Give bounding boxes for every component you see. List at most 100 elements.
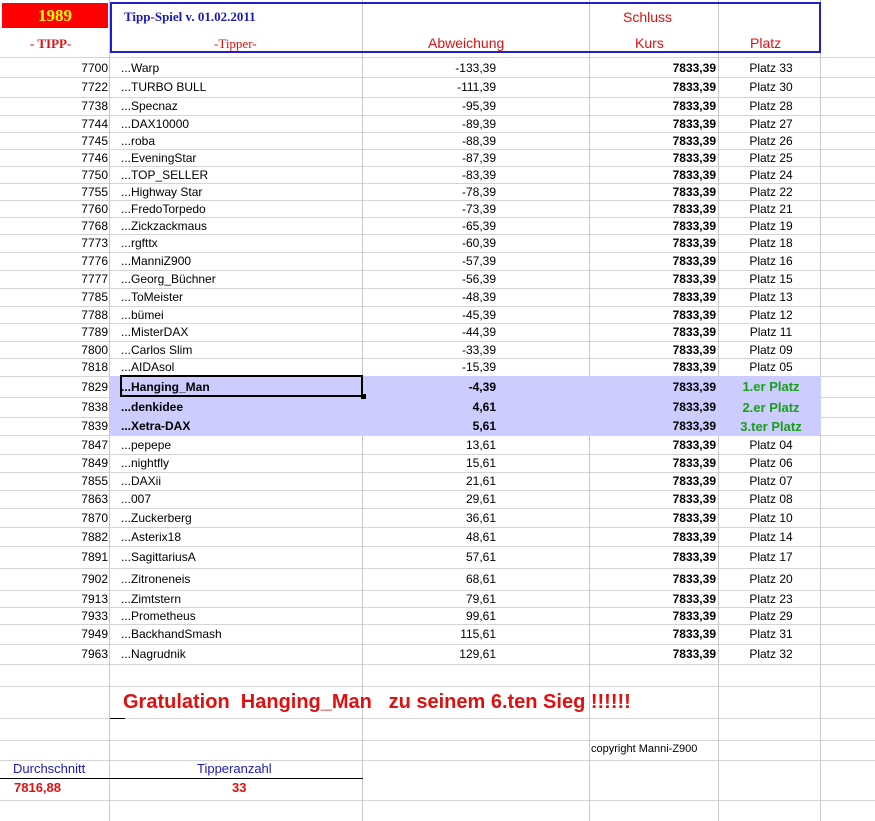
platz-cell[interactable]: Platz 04 [722, 435, 820, 454]
kurs-cell[interactable]: 7833,39 [590, 306, 716, 323]
tipper-name-cell[interactable]: ...Specnaz [121, 97, 361, 115]
abweichung-cell[interactable]: 15,61 [363, 454, 496, 472]
platz-cell[interactable]: Platz 33 [722, 58, 820, 77]
kurs-cell[interactable]: 7833,39 [590, 115, 716, 132]
kurs-cell[interactable]: 7833,39 [590, 234, 716, 252]
tipper-name-cell[interactable]: ...denkidee [121, 397, 361, 417]
tipperanzahl-value[interactable]: 33 [232, 780, 246, 795]
column-header-abweichung[interactable]: Abweichung [428, 35, 504, 51]
tipper-name-cell[interactable]: ...Prometheus [121, 607, 361, 624]
platz-cell[interactable]: Platz 17 [722, 546, 820, 568]
tipper-name-cell[interactable]: ...007 [121, 490, 361, 508]
tipp-cell[interactable]: 7870 [0, 508, 108, 527]
abweichung-cell[interactable]: -15,39 [363, 358, 496, 376]
tipp-cell[interactable]: 7768 [0, 217, 108, 234]
platz-cell[interactable]: Platz 23 [722, 590, 820, 607]
fill-handle[interactable] [361, 394, 366, 399]
tipp-cell[interactable]: 7882 [0, 527, 108, 546]
tipper-name-cell[interactable]: ...TOP_SELLER [121, 166, 361, 183]
abweichung-cell[interactable]: -78,39 [363, 183, 496, 200]
durchschnitt-value[interactable]: 7816,88 [14, 780, 61, 795]
kurs-cell[interactable]: 7833,39 [590, 644, 716, 664]
platz-cell[interactable]: Platz 24 [722, 166, 820, 183]
column-header-tipper[interactable]: -Tipper- [214, 36, 257, 52]
platz-cell[interactable]: Platz 21 [722, 200, 820, 217]
abweichung-cell[interactable]: -44,39 [363, 323, 496, 341]
kurs-cell[interactable]: 7833,39 [590, 217, 716, 234]
tipper-name-cell[interactable]: ...Zickzackmaus [121, 217, 361, 234]
abweichung-cell[interactable]: -45,39 [363, 306, 496, 323]
tipper-name-cell[interactable]: ...rgfttx [121, 234, 361, 252]
tipper-name-cell[interactable]: ...roba [121, 132, 361, 149]
tipp-cell[interactable]: 7847 [0, 435, 108, 454]
kurs-cell[interactable]: 7833,39 [590, 58, 716, 77]
platz-cell[interactable]: Platz 31 [722, 624, 820, 644]
abweichung-cell[interactable]: 115,61 [363, 624, 496, 644]
platz-cell[interactable]: Platz 13 [722, 288, 820, 306]
platz-cell[interactable]: Platz 28 [722, 97, 820, 115]
kurs-cell[interactable]: 7833,39 [590, 288, 716, 306]
tipp-cell[interactable]: 7777 [0, 270, 108, 288]
abweichung-cell[interactable]: 13,61 [363, 435, 496, 454]
tipp-cell[interactable]: 7838 [0, 397, 108, 417]
tipper-name-cell[interactable]: ...Asterix18 [121, 527, 361, 546]
tipp-cell[interactable]: 7744 [0, 115, 108, 132]
abweichung-cell[interactable]: 99,61 [363, 607, 496, 624]
tipper-name-cell[interactable]: ...bümei [121, 306, 361, 323]
abweichung-cell[interactable]: -133,39 [363, 58, 496, 77]
kurs-cell[interactable]: 7833,39 [590, 97, 716, 115]
platz-cell[interactable]: Platz 30 [722, 77, 820, 97]
kurs-cell[interactable]: 7833,39 [590, 376, 716, 397]
platz-cell[interactable]: Platz 12 [722, 306, 820, 323]
column-header-platz[interactable]: Platz [750, 35, 781, 51]
tipper-name-cell[interactable]: ...Zuckerberg [121, 508, 361, 527]
tipp-cell[interactable]: 7891 [0, 546, 108, 568]
tipper-name-cell[interactable]: ...TURBO BULL [121, 77, 361, 97]
tipper-name-cell[interactable]: ...Zitroneneis [121, 568, 361, 590]
tipper-name-cell[interactable]: ...Carlos Slim [121, 341, 361, 358]
abweichung-cell[interactable]: -111,39 [363, 77, 496, 97]
tipper-name-cell[interactable]: ...Xetra-DAX [121, 417, 361, 435]
tipp-cell[interactable]: 7800 [0, 341, 108, 358]
sheet-title[interactable]: Tipp-Spiel v. 01.02.2011 [124, 9, 256, 25]
header-schluss[interactable]: Schluss [623, 9, 672, 25]
platz-cell[interactable]: Platz 26 [722, 132, 820, 149]
kurs-cell[interactable]: 7833,39 [590, 149, 716, 166]
abweichung-cell[interactable]: 129,61 [363, 644, 496, 664]
platz-cell[interactable]: 2.er Platz [722, 397, 820, 417]
kurs-cell[interactable]: 7833,39 [590, 546, 716, 568]
kurs-cell[interactable]: 7833,39 [590, 624, 716, 644]
platz-cell[interactable]: Platz 32 [722, 644, 820, 664]
year-cell[interactable]: 1989 [2, 3, 108, 28]
kurs-cell[interactable]: 7833,39 [590, 341, 716, 358]
tipp-cell[interactable]: 7745 [0, 132, 108, 149]
tipp-cell[interactable]: 7722 [0, 77, 108, 97]
tipp-cell[interactable]: 7855 [0, 472, 108, 490]
platz-cell[interactable]: Platz 06 [722, 454, 820, 472]
tipp-cell[interactable]: 7773 [0, 234, 108, 252]
kurs-cell[interactable]: 7833,39 [590, 607, 716, 624]
congratulation-banner[interactable]: Gratulation Hanging_Man zu seinem 6.ten … [123, 691, 631, 714]
platz-cell[interactable]: 1.er Platz [722, 376, 820, 397]
tipper-name-cell[interactable]: ...EveningStar [121, 149, 361, 166]
tipp-cell[interactable]: 7785 [0, 288, 108, 306]
tipp-cell[interactable]: 7963 [0, 644, 108, 664]
tipperanzahl-label[interactable]: Tipperanzahl [197, 761, 272, 776]
platz-cell[interactable]: 3.ter Platz [722, 417, 820, 435]
platz-cell[interactable]: Platz 08 [722, 490, 820, 508]
tipp-cell[interactable]: 7863 [0, 490, 108, 508]
tipp-cell[interactable]: 7818 [0, 358, 108, 376]
abweichung-cell[interactable]: 48,61 [363, 527, 496, 546]
platz-cell[interactable]: Platz 14 [722, 527, 820, 546]
abweichung-cell[interactable]: 5,61 [363, 417, 496, 435]
abweichung-cell[interactable]: -88,39 [363, 132, 496, 149]
tipp-cell[interactable]: 7913 [0, 590, 108, 607]
platz-cell[interactable]: Platz 09 [722, 341, 820, 358]
tipper-name-cell[interactable]: ...Zimtstern [121, 590, 361, 607]
column-header-tipp[interactable]: - TIPP- [30, 36, 71, 52]
abweichung-cell[interactable]: -56,39 [363, 270, 496, 288]
kurs-cell[interactable]: 7833,39 [590, 417, 716, 435]
kurs-cell[interactable]: 7833,39 [590, 200, 716, 217]
tipper-name-cell[interactable]: ...BackhandSmash [121, 624, 361, 644]
kurs-cell[interactable]: 7833,39 [590, 568, 716, 590]
